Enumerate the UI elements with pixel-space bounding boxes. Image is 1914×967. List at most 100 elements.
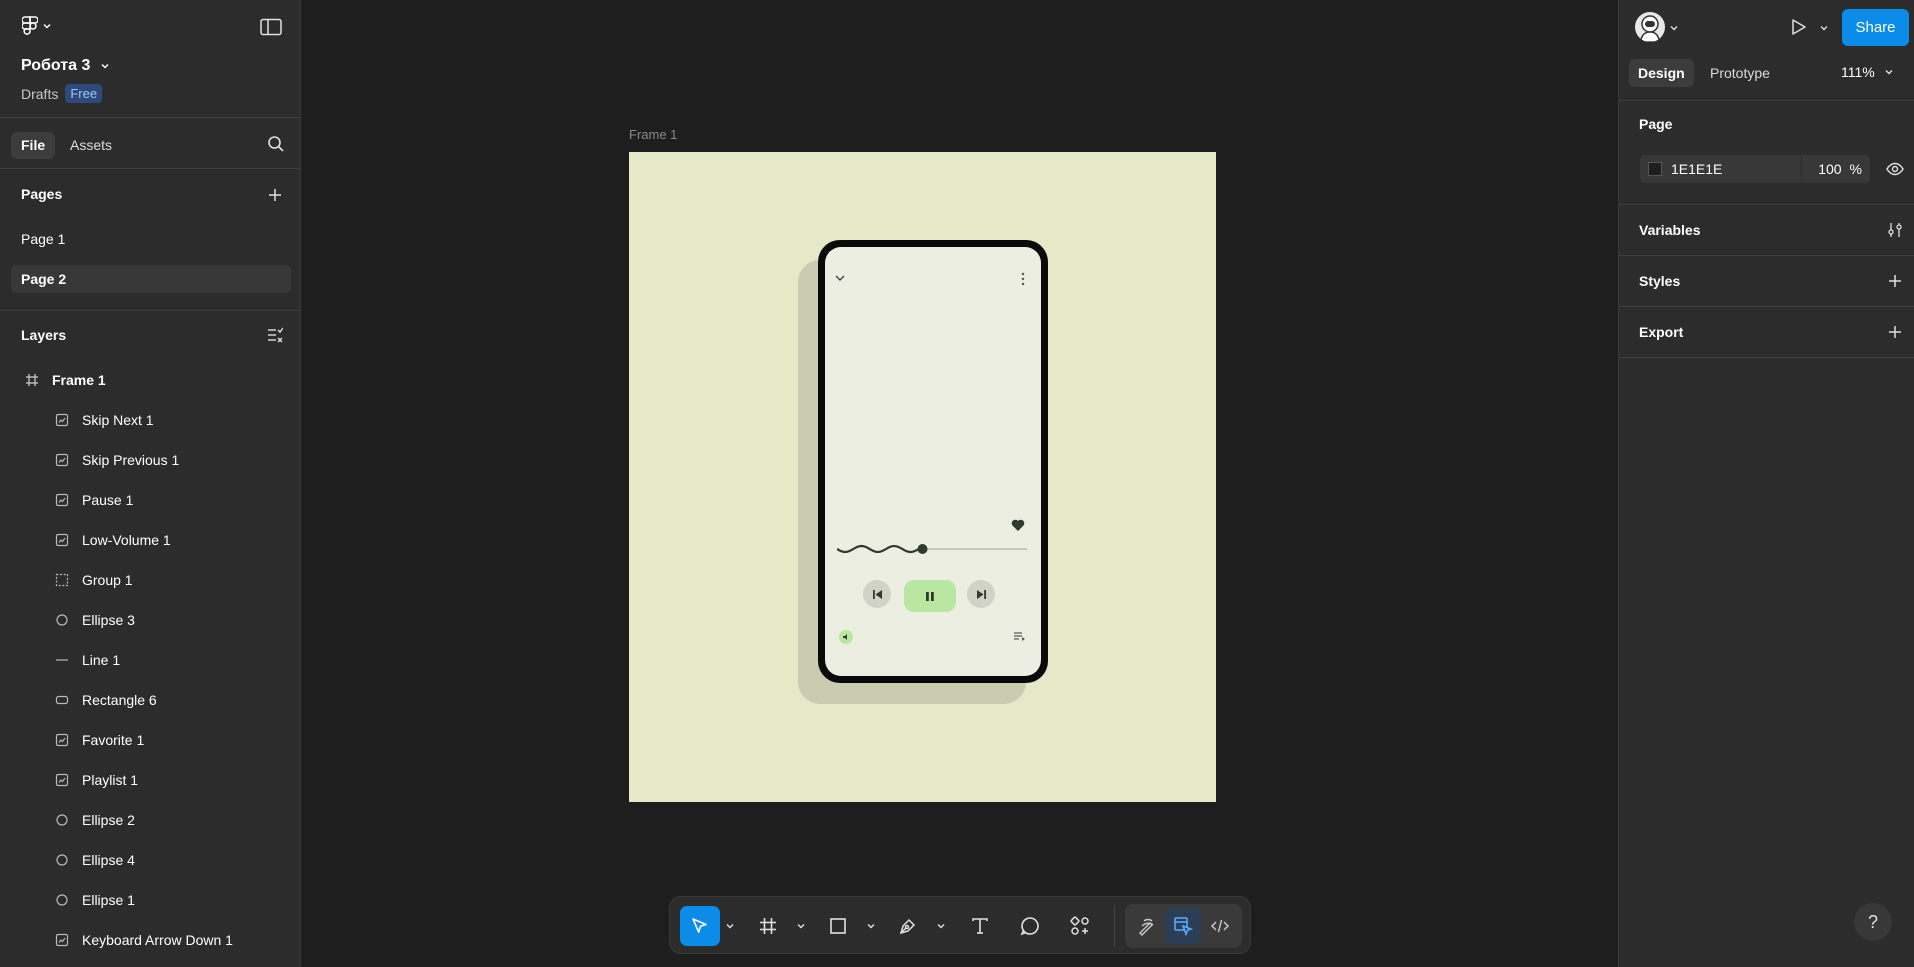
layer-item[interactable]: Ellipse 2 bbox=[0, 800, 300, 840]
line-icon bbox=[54, 652, 70, 668]
bottom-toolbar bbox=[669, 896, 1251, 954]
file-meta: Drafts Free bbox=[21, 84, 103, 103]
actions-tool[interactable] bbox=[1062, 906, 1098, 946]
add-page-icon[interactable] bbox=[267, 187, 283, 203]
add-style-icon[interactable] bbox=[1887, 273, 1903, 289]
frame-tool-caret-icon[interactable] bbox=[796, 921, 806, 931]
move-tool-caret-icon[interactable] bbox=[725, 921, 735, 931]
frame-tool[interactable] bbox=[750, 906, 786, 946]
text-tool[interactable] bbox=[962, 906, 998, 946]
main-menu-button[interactable] bbox=[22, 16, 52, 36]
draw-mode-button[interactable] bbox=[1129, 908, 1165, 944]
page-section-heading: Page bbox=[1639, 116, 1673, 132]
layer-item[interactable]: Ellipse 1 bbox=[0, 880, 300, 920]
page-opacity-value: 100 bbox=[1818, 161, 1842, 177]
favorite-icon bbox=[1011, 519, 1025, 531]
share-button[interactable]: Share bbox=[1842, 9, 1909, 46]
layer-frame-1[interactable]: Frame 1 bbox=[0, 360, 300, 400]
page-color-field[interactable]: 1E1E1E bbox=[1640, 155, 1801, 183]
avatar[interactable] bbox=[1635, 12, 1665, 42]
rectangle-icon bbox=[830, 918, 846, 934]
low-volume-button bbox=[839, 630, 853, 644]
eye-icon[interactable] bbox=[1886, 161, 1904, 177]
export-heading: Export bbox=[1639, 324, 1684, 340]
figma-logo-icon bbox=[22, 16, 38, 35]
skip-previous-icon bbox=[872, 589, 882, 599]
percent-sign: % bbox=[1849, 161, 1862, 177]
progress-thumb bbox=[917, 544, 928, 554]
layer-label: Ellipse 3 bbox=[82, 612, 135, 628]
page-opacity-field[interactable]: 100 % bbox=[1802, 155, 1870, 183]
variables-heading[interactable]: Variables bbox=[1639, 222, 1701, 238]
layer-item[interactable]: Rectangle 6 bbox=[0, 680, 300, 720]
layer-item[interactable]: Favorite 1 bbox=[0, 720, 300, 760]
pen-tool[interactable] bbox=[890, 906, 926, 946]
layer-label: Low-Volume 1 bbox=[82, 532, 171, 548]
zoom-dropdown[interactable]: 111% bbox=[1841, 64, 1894, 80]
ellipse-icon bbox=[54, 852, 70, 868]
layers-filter-icon[interactable] bbox=[267, 327, 283, 343]
sidebar-toggle-icon[interactable] bbox=[260, 18, 282, 36]
phone-mockup[interactable] bbox=[818, 240, 1048, 683]
layer-label: Playlist 1 bbox=[82, 772, 139, 788]
component-icon bbox=[54, 732, 70, 748]
component-icon bbox=[54, 452, 70, 468]
frame-label[interactable]: Frame 1 bbox=[629, 127, 677, 142]
layer-label: Skip Previous 1 bbox=[82, 452, 180, 468]
keyboard-arrow-down-icon bbox=[835, 275, 845, 281]
chevron-down-icon[interactable] bbox=[1819, 23, 1829, 33]
color-swatch[interactable] bbox=[1648, 162, 1662, 176]
page-item-page-2[interactable]: Page 2 bbox=[11, 265, 291, 293]
layer-label: Rectangle 6 bbox=[82, 692, 157, 708]
layer-item[interactable]: Ellipse 4 bbox=[0, 840, 300, 880]
layer-item[interactable]: Pause 1 bbox=[0, 480, 300, 520]
file-name-dropdown[interactable]: Робота 3 bbox=[21, 57, 110, 75]
frame-icon bbox=[24, 372, 40, 388]
layer-label: Ellipse 4 bbox=[82, 852, 135, 868]
skip-next-icon bbox=[976, 589, 986, 599]
group-icon bbox=[54, 572, 70, 588]
phone-screen bbox=[825, 247, 1041, 676]
layer-item[interactable]: Keyboard Arrow Down 1 bbox=[0, 920, 300, 960]
progress-wave-line bbox=[837, 544, 922, 554]
comment-tool[interactable] bbox=[1012, 906, 1048, 946]
file-location[interactable]: Drafts bbox=[21, 86, 58, 102]
component-icon bbox=[54, 772, 70, 788]
variables-icon[interactable] bbox=[1887, 222, 1903, 238]
page-item-page-1[interactable]: Page 1 bbox=[11, 225, 291, 253]
layer-item[interactable]: Playlist 1 bbox=[0, 760, 300, 800]
tab-prototype[interactable]: Prototype bbox=[1701, 59, 1779, 87]
pen-tool-caret-icon[interactable] bbox=[936, 921, 946, 931]
tab-file[interactable]: File bbox=[11, 132, 56, 159]
layer-item[interactable]: Group 1 bbox=[0, 560, 300, 600]
more-vert-icon bbox=[1021, 272, 1025, 286]
move-tool[interactable] bbox=[680, 906, 720, 946]
layer-item[interactable]: Low-Volume 1 bbox=[0, 520, 300, 560]
chevron-down-icon[interactable] bbox=[1669, 23, 1679, 33]
divider bbox=[1619, 204, 1914, 205]
component-icon bbox=[54, 532, 70, 548]
search-icon[interactable] bbox=[267, 135, 285, 153]
help-button[interactable]: ? bbox=[1854, 903, 1892, 941]
layer-label: Ellipse 1 bbox=[82, 892, 135, 908]
shape-tool[interactable] bbox=[820, 906, 856, 946]
tab-design[interactable]: Design bbox=[1629, 59, 1694, 87]
layer-item[interactable]: Skip Next 1 bbox=[0, 400, 300, 440]
dev-mode-button[interactable] bbox=[1202, 908, 1238, 944]
layer-label: Pause 1 bbox=[82, 492, 134, 508]
tab-assets[interactable]: Assets bbox=[60, 132, 122, 159]
plan-badge: Free bbox=[65, 84, 103, 103]
shape-tool-caret-icon[interactable] bbox=[866, 921, 876, 931]
add-export-icon[interactable] bbox=[1887, 324, 1903, 340]
pen-icon bbox=[899, 918, 916, 935]
ellipse-icon bbox=[54, 892, 70, 908]
present-play-icon[interactable] bbox=[1789, 18, 1807, 36]
layer-item[interactable]: Line 1 bbox=[0, 640, 300, 680]
file-name: Робота 3 bbox=[21, 57, 91, 74]
layer-item[interactable]: Skip Previous 1 bbox=[0, 440, 300, 480]
design-mode-button[interactable] bbox=[1165, 908, 1201, 944]
layer-label: Ellipse 2 bbox=[82, 812, 135, 828]
layer-item[interactable]: Ellipse 3 bbox=[0, 600, 300, 640]
left-tabs: File Assets bbox=[0, 119, 300, 169]
layer-label: Group 1 bbox=[82, 572, 133, 588]
